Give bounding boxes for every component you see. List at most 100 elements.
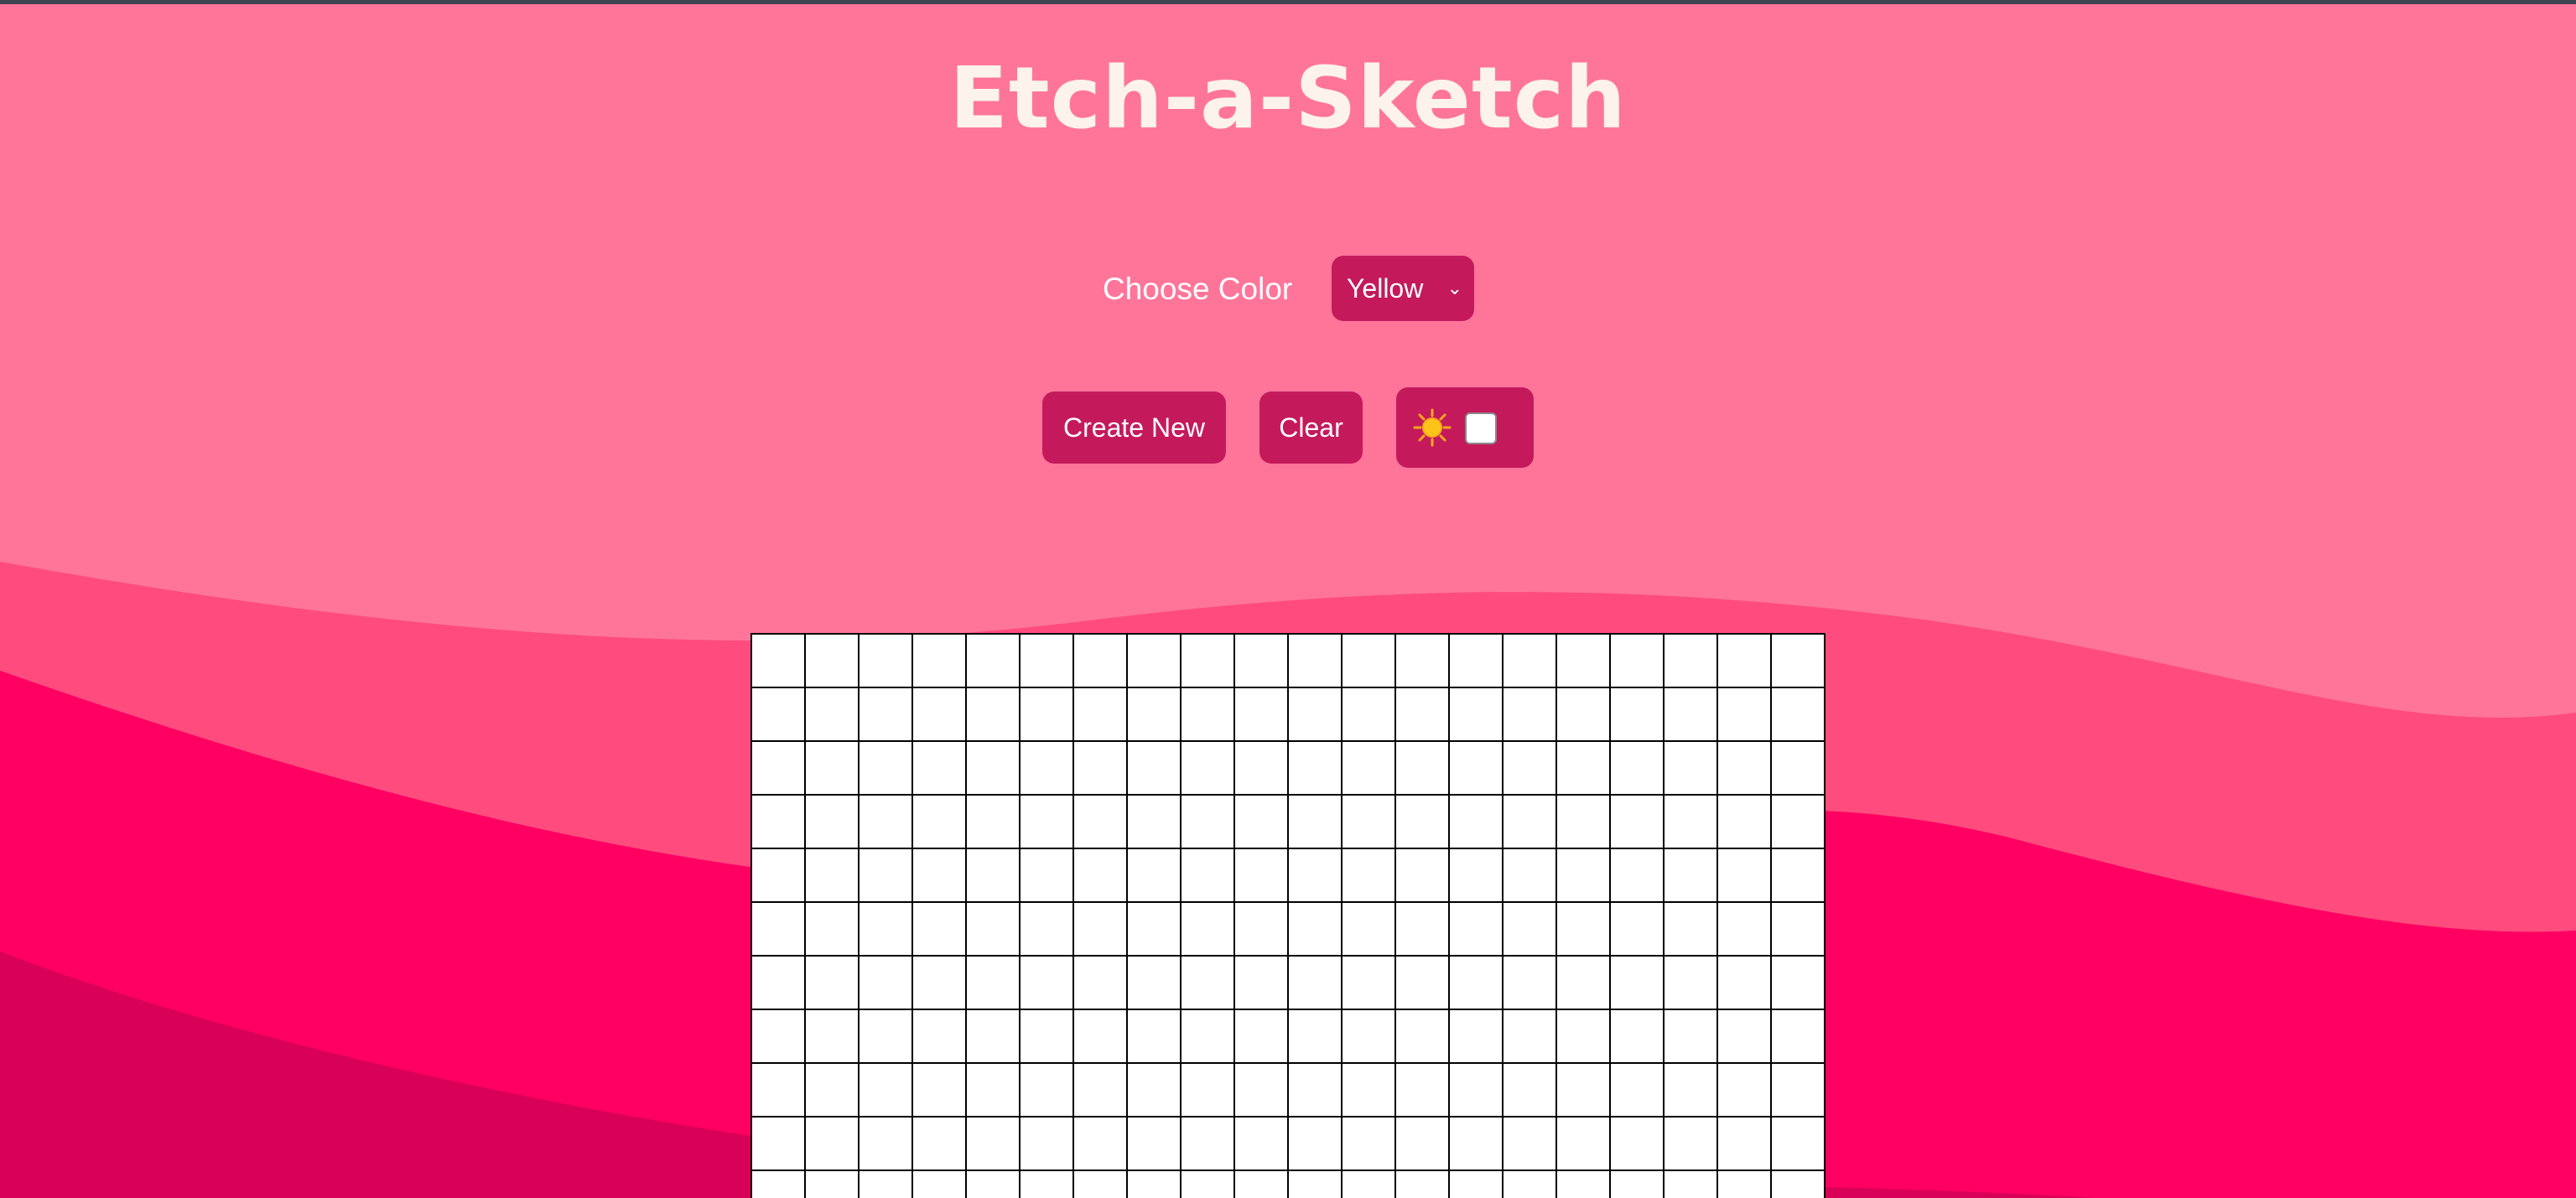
grid-cell[interactable] — [1396, 957, 1448, 1009]
grid-cell[interactable] — [1396, 635, 1448, 687]
grid-cell[interactable] — [752, 1171, 804, 1198]
grid-cell[interactable] — [1128, 903, 1180, 955]
grid-cell[interactable] — [1021, 1171, 1072, 1198]
grid-cell[interactable] — [1611, 957, 1663, 1009]
grid-cell[interactable] — [1074, 1171, 1126, 1198]
grid-cell[interactable] — [752, 688, 804, 740]
grid-cell[interactable] — [1450, 1064, 1502, 1116]
grid-cell[interactable] — [1235, 957, 1287, 1009]
grid-cell[interactable] — [806, 1010, 858, 1062]
grid-cell[interactable] — [1450, 903, 1502, 955]
grid-cell[interactable] — [752, 849, 804, 901]
grid-cell[interactable] — [1504, 796, 1555, 848]
grid-cell[interactable] — [1772, 1118, 1824, 1169]
grid-cell[interactable] — [806, 849, 858, 901]
grid-cell[interactable] — [1182, 849, 1233, 901]
grid-cell[interactable] — [1665, 957, 1716, 1009]
grid-cell[interactable] — [1182, 1171, 1233, 1198]
grid-cell[interactable] — [1611, 849, 1663, 901]
grid-cell[interactable] — [967, 957, 1019, 1009]
grid-cell[interactable] — [1235, 1171, 1287, 1198]
grid-cell[interactable] — [1718, 1118, 1770, 1169]
grid-cell[interactable] — [1718, 1171, 1770, 1198]
grid-cell[interactable] — [1289, 796, 1341, 848]
grid-cell[interactable] — [1289, 849, 1341, 901]
grid-cell[interactable] — [1772, 1171, 1824, 1198]
grid-cell[interactable] — [1396, 742, 1448, 794]
grid-cell[interactable] — [1772, 688, 1824, 740]
grid-cell[interactable] — [1665, 1171, 1716, 1198]
create-new-button[interactable]: Create New — [1042, 392, 1226, 464]
grid-cell[interactable] — [1611, 635, 1663, 687]
grid-cell[interactable] — [913, 1064, 965, 1116]
grid-cell[interactable] — [1557, 1118, 1609, 1169]
grid-cell[interactable] — [1289, 1010, 1341, 1062]
grid-cell[interactable] — [1128, 1171, 1180, 1198]
grid-cell[interactable] — [1665, 635, 1716, 687]
grid-cell[interactable] — [1235, 903, 1287, 955]
grid-cell[interactable] — [1772, 1010, 1824, 1062]
grid-cell[interactable] — [1611, 1171, 1663, 1198]
grid-cell[interactable] — [1557, 796, 1609, 848]
grid-cell[interactable] — [806, 903, 858, 955]
grid-cell[interactable] — [1289, 903, 1341, 955]
grid-cell[interactable] — [1772, 903, 1824, 955]
grid-cell[interactable] — [860, 903, 911, 955]
grid-cell[interactable] — [1557, 957, 1609, 1009]
grid-cell[interactable] — [1772, 635, 1824, 687]
grid-cell[interactable] — [806, 957, 858, 1009]
grid-cell[interactable] — [1128, 688, 1180, 740]
grid-cell[interactable] — [1021, 1118, 1072, 1169]
grid-cell[interactable] — [1235, 849, 1287, 901]
grid-cell[interactable] — [913, 635, 965, 687]
grid-cell[interactable] — [1557, 742, 1609, 794]
grid-cell[interactable] — [1665, 688, 1716, 740]
grid-cell[interactable] — [1182, 742, 1233, 794]
grid-cell[interactable] — [752, 1118, 804, 1169]
grid-cell[interactable] — [913, 903, 965, 955]
grid-cell[interactable] — [1396, 1118, 1448, 1169]
grid-cell[interactable] — [860, 1118, 911, 1169]
grid-cell[interactable] — [1128, 796, 1180, 848]
grid-cell[interactable] — [1289, 1171, 1341, 1198]
grid-cell[interactable] — [860, 1171, 911, 1198]
grid-cell[interactable] — [1450, 688, 1502, 740]
grid-cell[interactable] — [1235, 1010, 1287, 1062]
grid-cell[interactable] — [1182, 688, 1233, 740]
grid-cell[interactable] — [1396, 1171, 1448, 1198]
grid-cell[interactable] — [1343, 1010, 1394, 1062]
grid-cell[interactable] — [1021, 796, 1072, 848]
grid-cell[interactable] — [1718, 742, 1770, 794]
grid-cell[interactable] — [913, 957, 965, 1009]
grid-cell[interactable] — [1182, 796, 1233, 848]
grid-cell[interactable] — [1074, 796, 1126, 848]
grid-cell[interactable] — [913, 849, 965, 901]
grid-cell[interactable] — [913, 1171, 965, 1198]
grid-cell[interactable] — [1611, 1118, 1663, 1169]
grid-cell[interactable] — [1182, 957, 1233, 1009]
grid-cell[interactable] — [1343, 1171, 1394, 1198]
grid-cell[interactable] — [1772, 742, 1824, 794]
grid-cell[interactable] — [1289, 742, 1341, 794]
grid-cell[interactable] — [1557, 903, 1609, 955]
grid-cell[interactable] — [1450, 1010, 1502, 1062]
grid-cell[interactable] — [1021, 688, 1072, 740]
grid-cell[interactable] — [1074, 1118, 1126, 1169]
grid-cell[interactable] — [1182, 1064, 1233, 1116]
grid-cell[interactable] — [1718, 957, 1770, 1009]
grid-cell[interactable] — [1235, 742, 1287, 794]
grid-cell[interactable] — [1343, 635, 1394, 687]
grid-cell[interactable] — [1074, 1010, 1126, 1062]
grid-cell[interactable] — [1396, 903, 1448, 955]
grid-cell[interactable] — [1504, 688, 1555, 740]
grid-cell[interactable] — [1504, 957, 1555, 1009]
grid-cell[interactable] — [1450, 849, 1502, 901]
grid-cell[interactable] — [1074, 903, 1126, 955]
grid-cell[interactable] — [1504, 635, 1555, 687]
grid-cell[interactable] — [1182, 903, 1233, 955]
grid-cell[interactable] — [1557, 635, 1609, 687]
grid-cell[interactable] — [1235, 1064, 1287, 1116]
grid-cell[interactable] — [1718, 635, 1770, 687]
grid-cell[interactable] — [1289, 957, 1341, 1009]
grid-cell[interactable] — [1128, 849, 1180, 901]
